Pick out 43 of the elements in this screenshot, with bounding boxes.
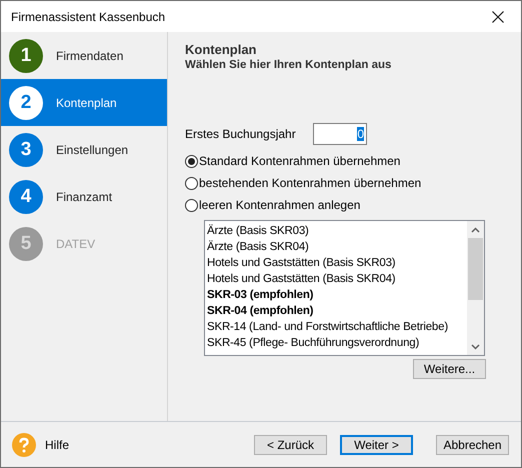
wizard-step[interactable]: 1 Firmendaten	[1, 32, 167, 79]
page-subtitle: Wählen Sie hier Ihren Kontenplan aus	[185, 59, 392, 71]
list-item[interactable]: SKR-45 (Pflege- Buchführungsverordnung)	[207, 335, 467, 351]
step-number: 5	[9, 226, 43, 260]
step-label: Firmendaten	[56, 48, 124, 62]
step-number: 3	[9, 132, 43, 166]
step-label: Finanzamt	[56, 190, 112, 204]
radio-label[interactable]: leeren Kontenrahmen anlegen	[199, 198, 360, 212]
wizard-step[interactable]: 4 Finanzamt	[1, 173, 167, 220]
field-label: Erstes Buchungsjahr	[185, 127, 297, 141]
dialog-button[interactable]: Weiter >	[340, 434, 413, 454]
dialog-button[interactable]: Abbrechen	[436, 434, 509, 454]
scroll-thumb[interactable]	[468, 238, 483, 300]
dialog-button[interactable]: < Zurück	[254, 434, 327, 454]
help-link[interactable]: Hilfe	[45, 438, 70, 452]
list-item[interactable]: Hotels und Gaststätten (Basis SKR03)	[207, 255, 467, 271]
step-number: 2	[9, 86, 43, 120]
radio-button[interactable]	[185, 154, 198, 168]
year-input-field[interactable]: 0	[313, 123, 367, 145]
radio-button[interactable]	[185, 176, 198, 190]
list-item[interactable]: Hotels und Gaststätten (Basis SKR04)	[207, 271, 467, 287]
radio-label[interactable]: Standard Kontenrahmen übernehmen	[199, 154, 400, 168]
scroll-up-icon[interactable]	[471, 226, 480, 232]
more-button[interactable]: Weitere...	[413, 359, 486, 379]
page-heading: Kontenplan	[185, 42, 258, 57]
step-label: Kontenplan	[56, 96, 117, 110]
list-item[interactable]: Ärzte (Basis SKR04)	[207, 239, 467, 255]
step-label: Einstellungen	[56, 142, 128, 156]
radio-button[interactable]	[185, 198, 198, 212]
radio-label[interactable]: bestehenden Kontenrahmen übernehmen	[199, 176, 422, 190]
wizard-step[interactable]: 3 Einstellungen	[1, 126, 167, 173]
step-number: 4	[9, 180, 43, 214]
list-item[interactable]: SKR-03 (empfohlen)	[207, 287, 467, 303]
wizard-step[interactable]: 2 Kontenplan	[1, 79, 167, 126]
close-icon[interactable]	[492, 10, 504, 22]
step-number: 1	[9, 38, 43, 72]
list-item[interactable]: SKR-04 (empfohlen)	[207, 303, 467, 319]
list-item[interactable]: Ärzte (Basis SKR03)	[207, 223, 467, 239]
scroll-down-icon[interactable]	[471, 344, 480, 350]
step-label: DATEV	[56, 236, 96, 250]
scrollbar[interactable]	[467, 221, 484, 355]
list-item[interactable]: SKR-14 (Land- und Forstwirtschaftliche Betriebe)	[207, 319, 467, 335]
window-title: Firmenassistent Kassenbuch	[11, 10, 166, 24]
